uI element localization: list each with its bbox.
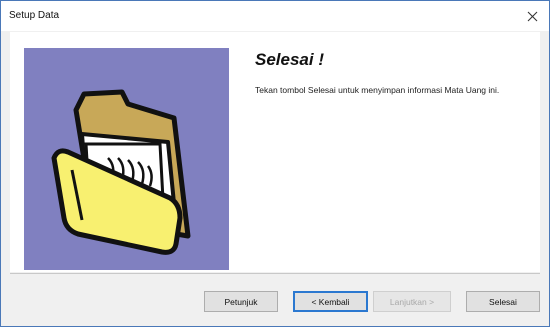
help-button[interactable]: Petunjuk (204, 291, 278, 312)
close-button[interactable] (519, 5, 545, 27)
illustration-panel (24, 48, 229, 270)
setup-dialog: Setup Data Selesai ! Tekan tombol Selesa… (0, 0, 550, 327)
next-button: Lanjutkan > (373, 291, 451, 312)
title-bar: Setup Data (1, 1, 549, 31)
wizard-content: Selesai ! Tekan tombol Selesai untuk men… (10, 32, 540, 272)
close-icon (527, 11, 537, 21)
back-button[interactable]: < Kembali (293, 291, 368, 312)
window-title: Setup Data (9, 10, 60, 21)
instruction-text: Tekan tombol Selesai untuk menyimpan inf… (255, 85, 500, 95)
open-folder-icon (51, 89, 191, 255)
divider (10, 273, 540, 274)
finish-button[interactable]: Selesai (466, 291, 540, 312)
page-heading: Selesai ! (255, 50, 324, 69)
